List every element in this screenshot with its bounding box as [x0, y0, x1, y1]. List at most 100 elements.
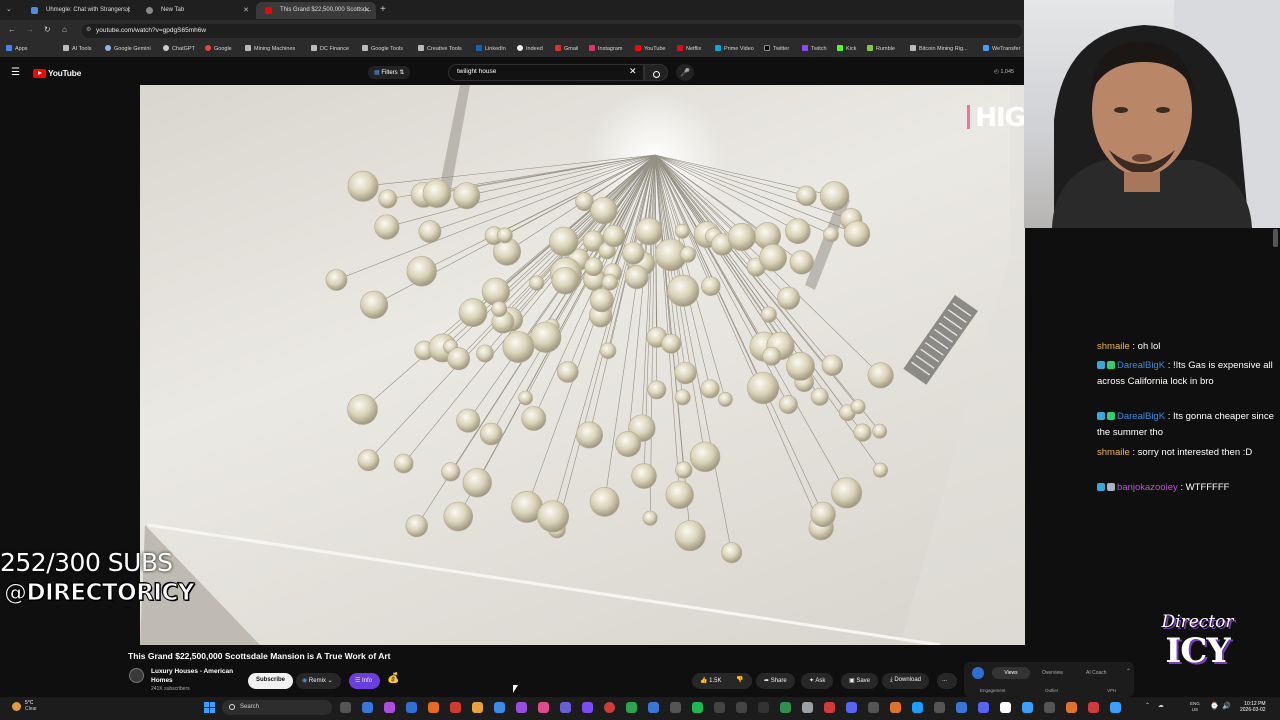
taskbar-app-icon[interactable] — [824, 702, 835, 713]
search-input[interactable]: twilight house — [457, 68, 496, 75]
bookmark-chatgpt[interactable]: ChatGPT — [163, 45, 195, 52]
taskbar-app-icon[interactable] — [956, 702, 967, 713]
ext-tab-overview[interactable]: Overview — [1042, 670, 1063, 676]
bookmark-indeed[interactable]: Indeed — [517, 45, 543, 52]
weather-widget[interactable]: 5°C Clear — [12, 700, 37, 712]
bookmark-google[interactable]: Google — [205, 45, 232, 52]
language-indicator[interactable]: ENG US — [1190, 701, 1200, 713]
filters-button[interactable]: ▦ Filters ⇅ — [368, 66, 411, 79]
taskbar-app-icon[interactable] — [758, 702, 769, 713]
bookmark-mining[interactable]: Mining Machines — [245, 45, 295, 52]
chat-scrollbar[interactable] — [1273, 229, 1278, 247]
tray-chevron-icon[interactable]: ⌃ — [1145, 703, 1150, 709]
taskbar-app-icon[interactable] — [626, 702, 637, 713]
back-arrow-icon[interactable]: ← — [8, 25, 16, 34]
taskbar-app-icon[interactable] — [978, 702, 989, 713]
clock[interactable]: 10:12 PM 2026-03-02 — [1240, 701, 1266, 713]
taskbar-app-icon[interactable] — [362, 702, 373, 713]
taskbar-app-icon[interactable] — [780, 702, 791, 713]
ext-collapse-icon[interactable]: ⌃ — [1126, 668, 1131, 675]
chat-username[interactable]: banjokazooiey — [1117, 482, 1178, 493]
bookmark-dc-finance[interactable]: DC Finance — [311, 45, 349, 52]
tab-close-icon[interactable]: ✕ — [125, 6, 131, 14]
tab-close-icon[interactable]: ✕ — [243, 6, 249, 14]
channel-name[interactable]: Luxury Houses - American Homes — [151, 667, 233, 685]
taskbar-app-icon[interactable] — [1044, 702, 1055, 713]
bookmark-rumble[interactable]: Rumble — [867, 45, 895, 52]
tab-uhmegle[interactable]: Uhmegle: Chat with Strangers | ✕ — [22, 2, 137, 19]
bookmark-youtube[interactable]: YouTube — [635, 45, 666, 52]
bookmark-gmail[interactable]: Gmail — [555, 45, 578, 52]
taskbar-app-icon[interactable] — [384, 702, 395, 713]
save-button[interactable]: ▣ Save — [841, 673, 879, 689]
taskbar-app-icon[interactable] — [1066, 702, 1077, 713]
tab-list-chevron-icon[interactable]: ⌄ — [6, 5, 12, 13]
bookmark-wetransfer[interactable]: WeTransfer — [983, 45, 1020, 52]
site-info-icon[interactable]: ⚙ — [86, 26, 91, 33]
taskbar-app-icon[interactable] — [516, 702, 527, 713]
taskbar-app-icon[interactable] — [846, 702, 857, 713]
hamburger-menu-icon[interactable]: ☰ — [11, 67, 20, 78]
bookmark-instagram[interactable]: Instagram — [589, 45, 622, 52]
download-button[interactable]: ⤓ Download — [882, 673, 930, 689]
home-icon[interactable]: ⌂ — [62, 25, 67, 34]
taskbar-app-icon[interactable] — [714, 702, 725, 713]
system-tray[interactable]: ⌃ ☁ — [1145, 702, 1164, 709]
bookmark-creative-tools[interactable]: Creative Tools — [418, 45, 462, 52]
chat-username[interactable]: shmaile — [1097, 341, 1130, 352]
taskbar-app-icon[interactable] — [912, 702, 923, 713]
taskbar-app-icon[interactable] — [802, 702, 813, 713]
reload-icon[interactable]: ↻ — [44, 25, 51, 34]
ask-button[interactable]: ✦ Ask — [801, 673, 834, 689]
remix-button[interactable]: ◉ Remix ⌄ — [296, 673, 341, 689]
taskbar-app-icon[interactable] — [1110, 702, 1121, 713]
bookmark-apps[interactable]: Apps — [6, 45, 28, 52]
onedrive-icon[interactable]: ☁ — [1158, 703, 1164, 709]
start-button[interactable] — [204, 702, 215, 713]
taskbar-app-icon[interactable] — [1088, 702, 1099, 713]
chat-username[interactable]: DarealBigK — [1117, 360, 1165, 371]
taskbar-app-icon[interactable] — [340, 702, 351, 713]
taskbar-app-icon[interactable] — [406, 702, 417, 713]
bookmark-bitcoin-rig[interactable]: Bitcoin Mining Rig... — [910, 45, 968, 52]
forward-arrow-icon[interactable]: → — [26, 25, 34, 34]
taskbar-app-icon[interactable] — [428, 702, 439, 713]
taskbar-app-icon[interactable] — [736, 702, 747, 713]
ext-tab-views[interactable]: Views — [992, 667, 1030, 679]
taskbar-app-icon[interactable] — [604, 702, 615, 713]
taskbar-app-icon[interactable] — [450, 702, 461, 713]
voice-search-button[interactable]: 🎤 — [676, 64, 694, 81]
taskbar-search[interactable]: Search — [222, 700, 332, 715]
like-button[interactable]: 👍 1.5K 👎 — [692, 673, 752, 689]
taskbar-app-icon[interactable] — [494, 702, 505, 713]
taskbar-app-icon[interactable] — [692, 702, 703, 713]
bookmark-twitter[interactable]: Twitter — [764, 45, 789, 52]
search-button[interactable] — [644, 64, 668, 81]
taskbar-app-icon[interactable] — [1022, 702, 1033, 713]
clear-search-icon[interactable]: ✕ — [629, 66, 637, 77]
youtube-logo[interactable]: YouTube — [33, 68, 81, 78]
taskbar-app-icon[interactable] — [648, 702, 659, 713]
bookmark-linkedin[interactable]: LinkedIn — [476, 45, 506, 52]
subscribe-button[interactable]: Subscribe — [248, 673, 294, 689]
taskbar-app-icon[interactable] — [890, 702, 901, 713]
chat-username[interactable]: shmaile — [1097, 447, 1130, 458]
bookmark-twitch[interactable]: Twitch — [802, 45, 827, 52]
money-bag-icon[interactable]: 💰 — [387, 673, 399, 684]
tab-new-tab[interactable]: New Tab ✕ — [137, 2, 255, 19]
taskbar-app-icon[interactable] — [560, 702, 571, 713]
tab-close-icon[interactable]: ✕ — [364, 6, 370, 14]
taskbar-app-icon[interactable] — [582, 702, 593, 713]
taskbar-app-icon[interactable] — [472, 702, 483, 713]
taskbar-app-icon[interactable] — [538, 702, 549, 713]
channel-avatar[interactable] — [129, 668, 144, 683]
video-player[interactable]: HIG — [140, 85, 1025, 645]
thumbs-down-icon[interactable]: 👎 — [736, 676, 743, 683]
address-bar[interactable]: ⚙ youtube.com/watch?v=gpdgS65mh6w — [82, 24, 1022, 38]
bookmark-google-tools[interactable]: Google Tools — [362, 45, 403, 52]
info-button[interactable]: ☰ Info — [349, 673, 381, 689]
taskbar-app-icon[interactable] — [1000, 702, 1011, 713]
taskbar-app-icon[interactable] — [868, 702, 879, 713]
ext-tab-ai-coach[interactable]: AI Coach — [1086, 670, 1107, 676]
share-button[interactable]: ➦ Share — [756, 673, 795, 689]
